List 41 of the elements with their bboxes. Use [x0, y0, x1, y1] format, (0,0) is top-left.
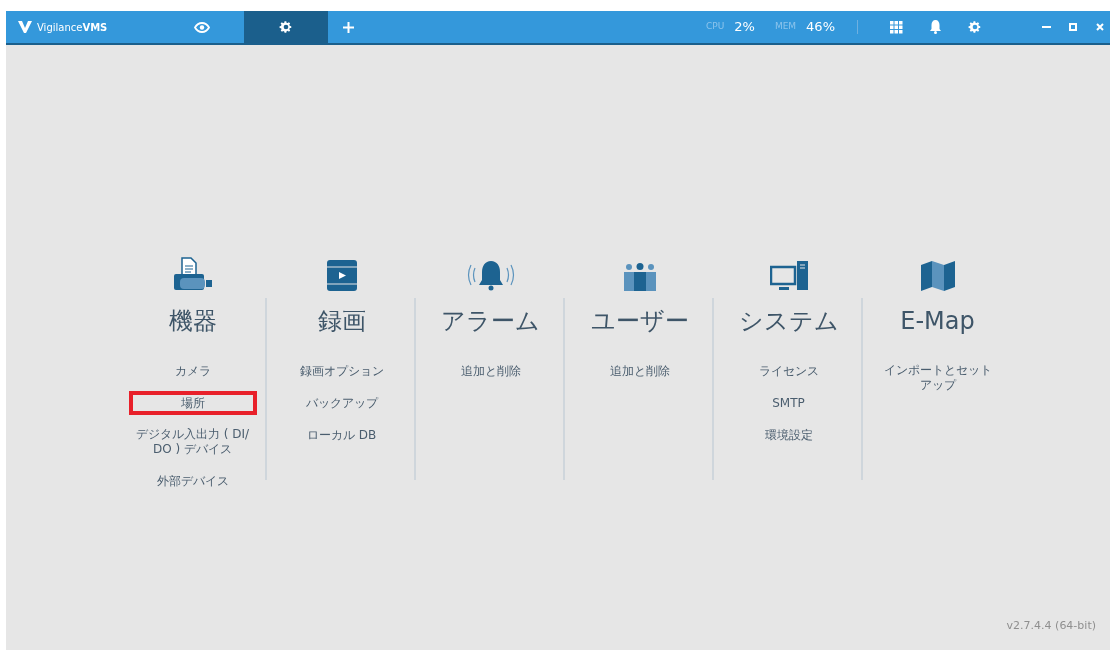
- computer-icon: [769, 261, 808, 291]
- eye-icon: [194, 21, 210, 33]
- stat-value: 46%: [806, 18, 835, 37]
- logo-icon: [18, 21, 32, 33]
- users-icon: [621, 263, 658, 291]
- close-icon[interactable]: [1096, 23, 1104, 31]
- category-link[interactable]: ローカル DB: [298, 423, 385, 447]
- settings-icon[interactable]: [968, 20, 982, 34]
- version-label: v2.7.4.4 (64-bit): [1006, 617, 1096, 634]
- bell-icon: [465, 259, 516, 291]
- category-link[interactable]: インポートとセットアップ: [870, 359, 1005, 397]
- stat-label: MEM: [774, 20, 797, 34]
- category-link[interactable]: ライセンス: [750, 359, 827, 383]
- video-icon: [326, 260, 357, 291]
- map-icon: [920, 261, 955, 291]
- settings-icon: [279, 20, 293, 34]
- stat-label: CPU: [705, 20, 725, 34]
- grid-icon[interactable]: [890, 20, 903, 34]
- category-title: E-Map: [900, 306, 975, 337]
- maximize-icon[interactable]: [1069, 23, 1077, 31]
- category-link[interactable]: SMTP: [764, 391, 813, 415]
- device-icon: [172, 257, 213, 291]
- category-link[interactable]: 場所: [128, 391, 257, 415]
- bell-icon[interactable]: [929, 20, 942, 34]
- stat-value: 2%: [734, 18, 755, 37]
- category-link[interactable]: カメラ: [166, 359, 219, 383]
- category-title: システム: [738, 306, 839, 337]
- tab[interactable]: [244, 11, 328, 43]
- category-link[interactable]: 追加と削除: [601, 359, 678, 383]
- category-link[interactable]: 外部デバイス: [148, 469, 237, 493]
- category-title: アラーム: [441, 306, 540, 337]
- app-logo: VigilanceVMS: [37, 20, 108, 35]
- category-title: 機器: [168, 306, 217, 337]
- category-link[interactable]: 追加と削除: [452, 359, 529, 383]
- category-title: ユーザー: [590, 306, 689, 337]
- plus-icon: [342, 21, 354, 33]
- category-title: 録画: [317, 306, 366, 337]
- category-link[interactable]: 環境設定: [756, 423, 821, 447]
- category-link[interactable]: 録画オプション: [291, 359, 392, 383]
- category-link[interactable]: デジタル入出力 ( DI/ DO ) デバイス: [125, 423, 260, 461]
- category-link[interactable]: バックアップ: [297, 391, 386, 415]
